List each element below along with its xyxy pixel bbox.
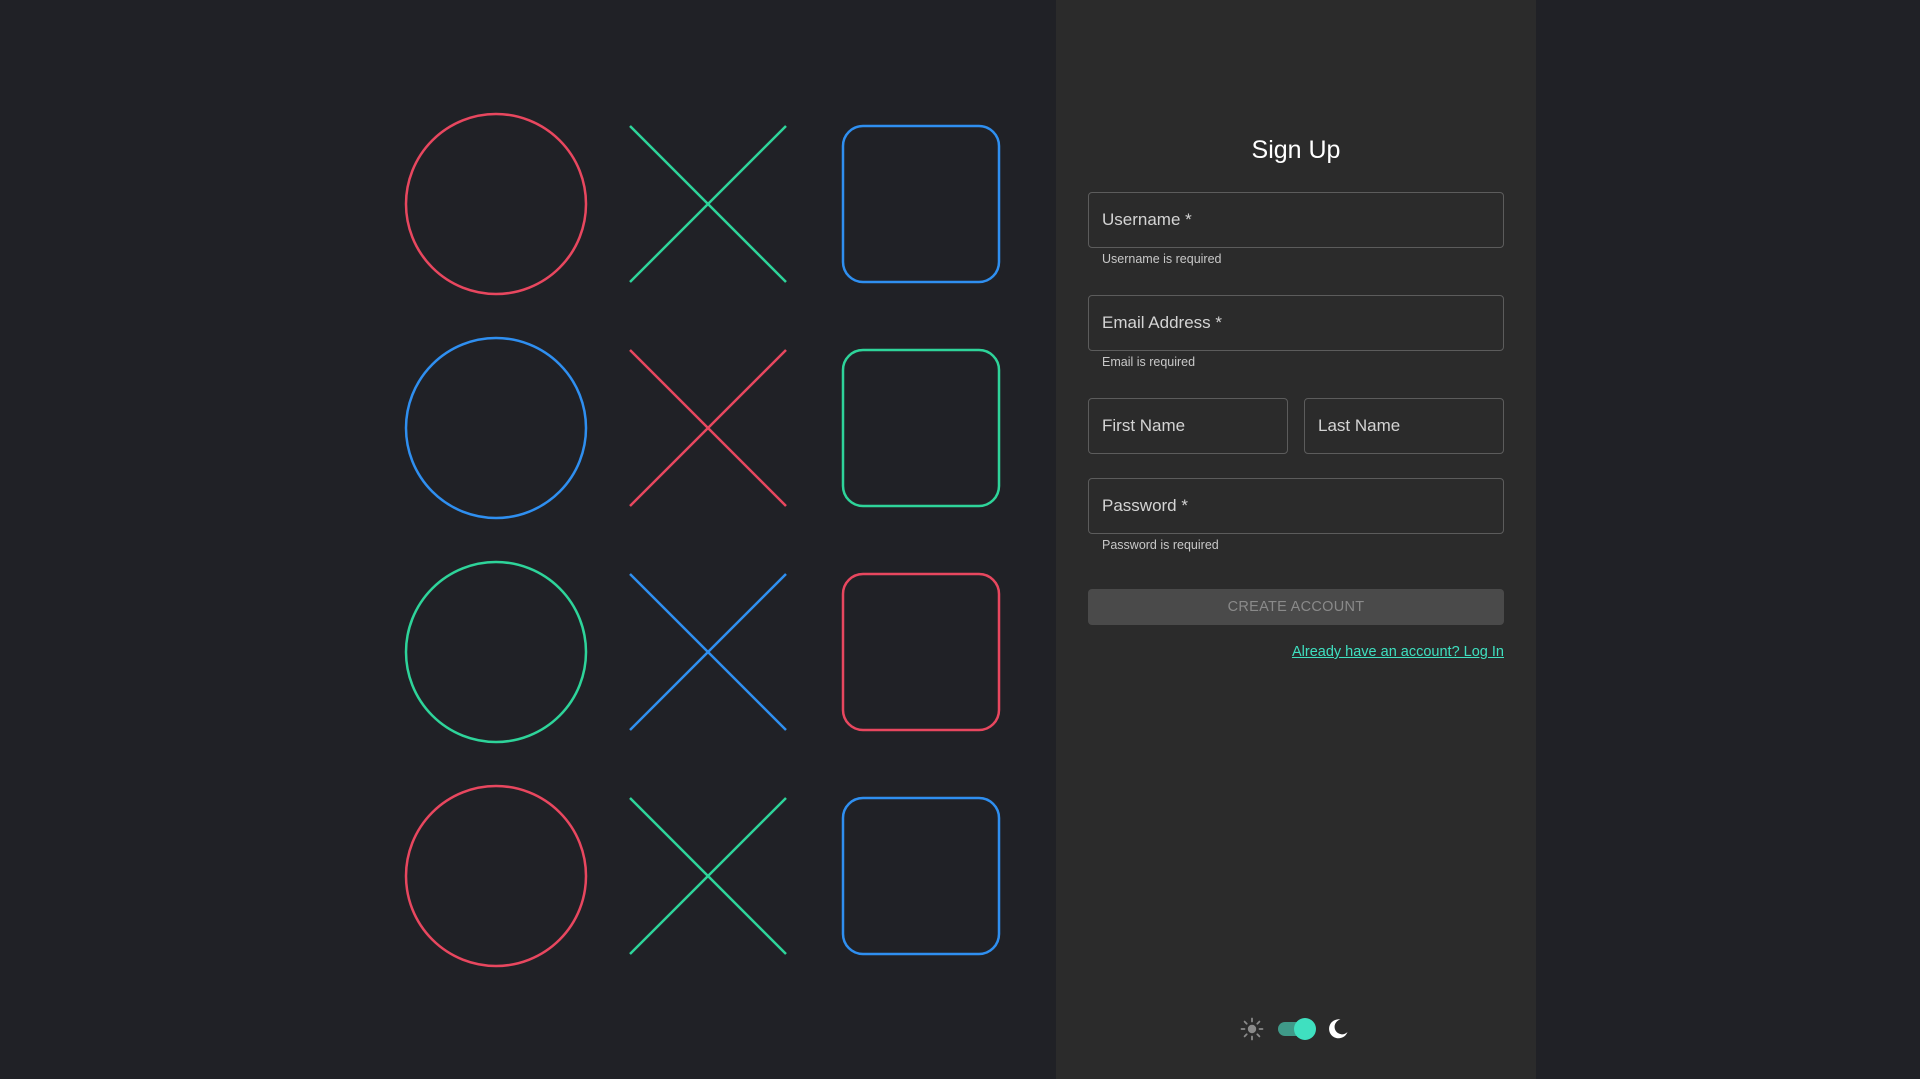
decorative-circle-shape xyxy=(404,784,588,968)
app-root: Sign Up Username * Username is required … xyxy=(0,0,1920,1079)
password-error: Password is required xyxy=(1102,538,1219,552)
password-field[interactable]: Password * xyxy=(1088,478,1504,534)
decorative-circle-shape xyxy=(404,336,588,520)
username-label: Username * xyxy=(1102,210,1192,229)
sun-icon xyxy=(1240,1017,1264,1041)
decorative-circle-shape xyxy=(404,112,588,296)
decorative-cross-shape xyxy=(629,573,787,731)
theme-switcher xyxy=(1240,1016,1352,1042)
username-error: Username is required xyxy=(1102,252,1222,266)
last-name-field[interactable]: Last Name xyxy=(1304,398,1504,454)
login-link[interactable]: Already have an account? Log In xyxy=(1292,644,1504,660)
decorative-square-shape xyxy=(841,124,1001,284)
password-label: Password * xyxy=(1102,496,1188,515)
email-label: Email Address * xyxy=(1102,313,1222,332)
theme-toggle-knob[interactable] xyxy=(1294,1018,1316,1040)
decorative-shapes-grid xyxy=(404,112,1001,968)
decorative-square-shape xyxy=(841,572,1001,732)
page-title: Sign Up xyxy=(1251,136,1341,164)
decorative-cross-shape xyxy=(629,349,787,507)
first-name-field[interactable]: First Name xyxy=(1088,398,1288,454)
decorative-square-shape xyxy=(841,348,1001,508)
signup-panel: Sign Up Username * Username is required … xyxy=(1056,0,1536,1079)
email-field[interactable]: Email Address * xyxy=(1088,295,1504,351)
email-error: Email is required xyxy=(1102,355,1196,369)
last-name-label: Last Name xyxy=(1318,416,1401,435)
decorative-cross-shape xyxy=(629,125,787,283)
first-name-label: First Name xyxy=(1102,416,1186,435)
moon-icon xyxy=(1329,1019,1348,1039)
decorative-square-shape xyxy=(841,796,1001,956)
username-field[interactable]: Username * xyxy=(1088,192,1504,248)
decorative-circle-shape xyxy=(404,560,588,744)
decorative-cross-shape xyxy=(629,797,787,955)
create-account-button[interactable]: CREATE ACCOUNT xyxy=(1088,589,1504,625)
